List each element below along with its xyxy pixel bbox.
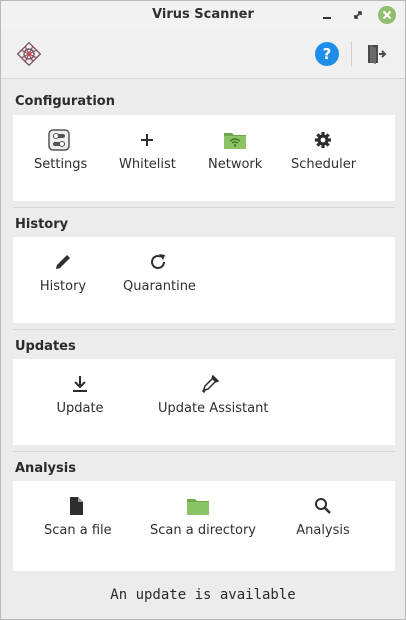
section-divider: [13, 329, 395, 330]
app-window: Virus Scanner ? Configuration Settings W…: [0, 0, 406, 620]
app-logo-icon: [16, 41, 42, 67]
whitelist-button[interactable]: Whitelist: [119, 129, 176, 172]
settings-label: Settings: [34, 157, 88, 172]
configuration-panel: Settings Whitelist Network Scheduler: [13, 115, 395, 201]
maximize-icon[interactable]: [349, 6, 367, 24]
minimize-icon[interactable]: [318, 6, 336, 24]
exit-icon[interactable]: [365, 43, 387, 65]
scan-file-label: Scan a file: [44, 523, 112, 538]
file-icon: [70, 497, 83, 515]
section-title-updates: Updates: [15, 339, 76, 354]
scan-directory-label: Scan a directory: [150, 523, 256, 538]
help-button[interactable]: ?: [315, 42, 339, 66]
analysis-panel: Scan a file Scan a directory Analysis: [13, 481, 395, 571]
quarantine-button[interactable]: Quarantine: [123, 251, 196, 294]
window-title: Virus Scanner: [152, 7, 254, 22]
scan-file-button[interactable]: Scan a file: [44, 495, 112, 538]
folder-icon: [187, 499, 209, 515]
section-divider: [13, 451, 395, 452]
update-assistant-label: Update Assistant: [158, 401, 269, 416]
search-icon: [315, 498, 331, 514]
scheduler-label: Scheduler: [291, 157, 357, 172]
titlebar[interactable]: Virus Scanner: [1, 1, 405, 29]
network-folder-icon: [224, 133, 246, 149]
section-title-analysis: Analysis: [15, 461, 76, 476]
update-label: Update: [56, 401, 104, 416]
settings-button[interactable]: Settings: [34, 129, 88, 172]
dropper-icon: [202, 374, 220, 394]
gear-icon: [315, 132, 331, 148]
scan-directory-button[interactable]: Scan a directory: [150, 495, 256, 538]
section-title-history: History: [15, 217, 69, 232]
plus-icon: [141, 134, 153, 146]
toggle-settings-icon: [48, 129, 70, 151]
refresh-icon: [151, 254, 165, 269]
network-button[interactable]: Network: [208, 129, 262, 172]
pencil-icon: [56, 255, 70, 269]
status-message: An update is available: [110, 587, 296, 603]
close-icon[interactable]: [378, 6, 396, 24]
analysis-button[interactable]: Analysis: [296, 495, 350, 538]
quarantine-label: Quarantine: [123, 279, 196, 294]
updates-panel: Update Update Assistant: [13, 359, 395, 445]
update-assistant-button[interactable]: Update Assistant: [158, 373, 269, 416]
toolbar: ?: [1, 29, 405, 79]
history-panel: History Quarantine: [13, 237, 395, 323]
section-divider: [13, 207, 395, 208]
download-icon: [73, 376, 87, 392]
section-title-configuration: Configuration: [15, 94, 115, 109]
toolbar-separator: [351, 41, 352, 67]
scheduler-button[interactable]: Scheduler: [291, 129, 357, 172]
update-button[interactable]: Update: [55, 373, 105, 416]
analysis-label: Analysis: [296, 523, 350, 538]
history-button[interactable]: History: [38, 251, 88, 294]
whitelist-label: Whitelist: [119, 157, 176, 172]
network-label: Network: [208, 157, 263, 172]
history-label: History: [39, 279, 87, 294]
